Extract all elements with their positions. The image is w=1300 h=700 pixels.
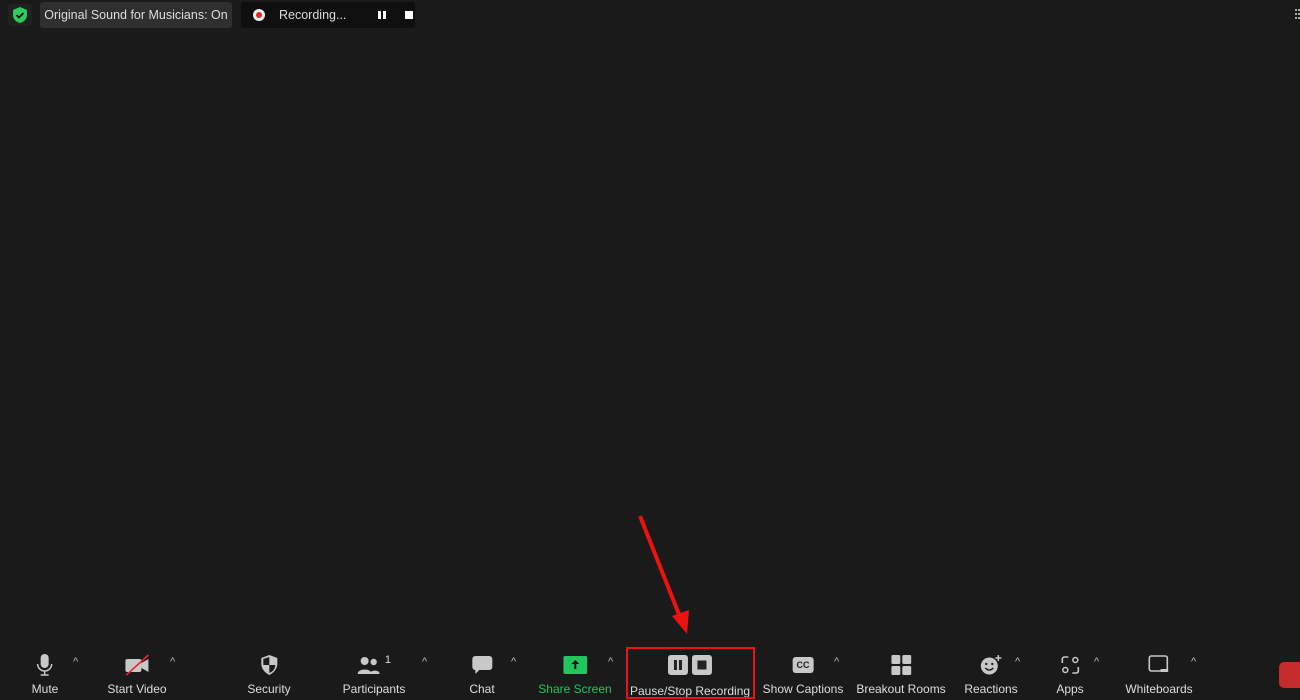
- mute-label: Mute: [31, 682, 59, 696]
- captions-options-caret[interactable]: ^: [834, 656, 839, 668]
- end-meeting-button[interactable]: [1279, 662, 1300, 688]
- security-button[interactable]: Security: [247, 652, 291, 696]
- shield-icon: [259, 652, 279, 678]
- video-options-caret[interactable]: ^: [170, 656, 175, 668]
- security-label: Security: [247, 682, 291, 696]
- share-options-caret[interactable]: ^: [608, 656, 613, 668]
- microphone-icon: [36, 652, 54, 678]
- pause-recording-icon[interactable]: [378, 11, 387, 19]
- recording-indicator: Recording...: [241, 2, 415, 28]
- whiteboards-button[interactable]: Whiteboards: [1125, 652, 1193, 696]
- show-captions-button[interactable]: CC Show Captions: [762, 652, 844, 696]
- highlight-box-annotation: [626, 647, 755, 699]
- mute-button[interactable]: Mute: [31, 652, 59, 696]
- video-off-icon: [123, 652, 151, 678]
- view-options-icon[interactable]: [1295, 9, 1300, 19]
- reactions-button[interactable]: Reactions: [964, 652, 1018, 696]
- participants-label: Participants: [342, 682, 406, 696]
- recording-dot-icon: [253, 9, 265, 21]
- stop-recording-icon[interactable]: [405, 11, 414, 19]
- share-screen-button[interactable]: Share Screen: [538, 652, 612, 696]
- share-arrow-icon: [562, 652, 587, 678]
- apps-label: Apps: [1056, 682, 1084, 696]
- whiteboards-options-caret[interactable]: ^: [1191, 656, 1196, 668]
- start-video-label: Start Video: [107, 682, 167, 696]
- chat-bubble-icon: [471, 652, 493, 678]
- chat-options-caret[interactable]: ^: [511, 656, 516, 668]
- reactions-options-caret[interactable]: ^: [1015, 656, 1020, 668]
- red-arrow-annotation: [638, 515, 689, 634]
- apps-button[interactable]: Apps: [1056, 652, 1084, 696]
- participants-count: 1: [384, 654, 392, 666]
- share-screen-label: Share Screen: [538, 682, 612, 696]
- chat-label: Chat: [469, 682, 495, 696]
- security-shield-icon[interactable]: [8, 4, 32, 26]
- participants-options-caret[interactable]: ^: [422, 656, 427, 668]
- cc-text: CC: [792, 657, 814, 673]
- recording-status: Recording...: [279, 8, 347, 22]
- show-captions-label: Show Captions: [762, 682, 844, 696]
- breakout-grid-icon: [891, 652, 911, 678]
- participants-button[interactable]: 1 Participants: [343, 652, 406, 696]
- participants-icon: 1: [357, 652, 391, 678]
- original-sound-indicator[interactable]: Original Sound for Musicians: On: [40, 2, 232, 28]
- start-video-button[interactable]: Start Video: [107, 652, 167, 696]
- breakout-rooms-button[interactable]: Breakout Rooms: [856, 652, 946, 696]
- apps-options-caret[interactable]: ^: [1094, 656, 1099, 668]
- captions-cc-icon: CC: [792, 652, 814, 678]
- whiteboard-icon: [1148, 652, 1170, 678]
- whiteboards-label: Whiteboards: [1125, 682, 1193, 696]
- chat-button[interactable]: Chat: [469, 652, 495, 696]
- audio-options-caret[interactable]: ^: [73, 656, 78, 668]
- apps-icon: [1060, 652, 1080, 678]
- original-sound-label: Original Sound for Musicians: On: [44, 8, 228, 22]
- smiley-plus-icon: [979, 652, 1003, 678]
- breakout-rooms-label: Breakout Rooms: [856, 682, 946, 696]
- reactions-label: Reactions: [964, 682, 1018, 696]
